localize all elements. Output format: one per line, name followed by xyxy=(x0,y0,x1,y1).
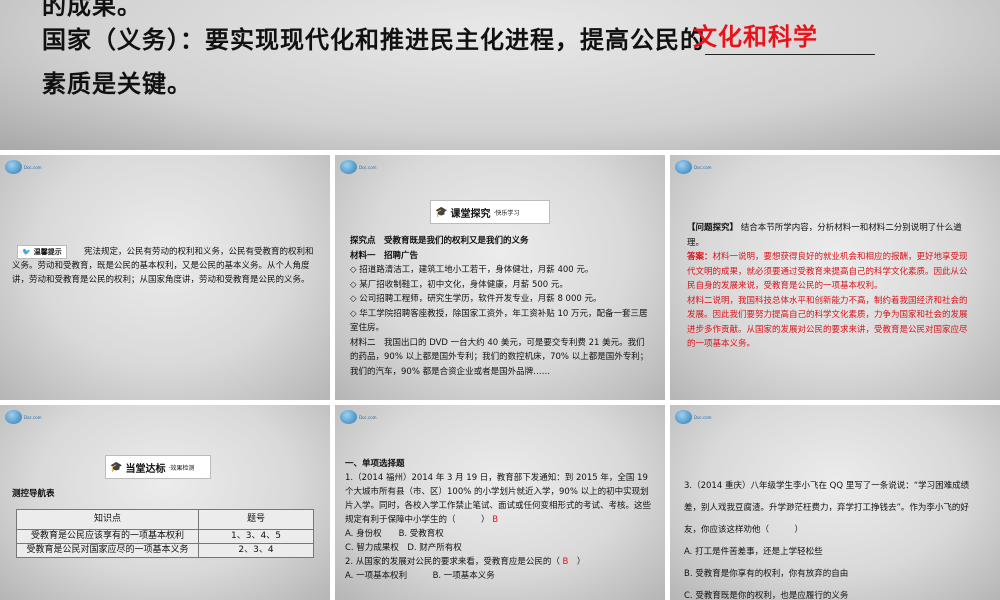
option: A. 打工是件苦差事，还是上学轻松些 xyxy=(684,547,823,557)
text-line: ◇ 华工学院招聘客座教授，除国家工资外，年工资补贴 10 万元，配备一套三居室住… xyxy=(350,308,648,334)
option: A. 一项基本权利 B. 一项基本义务 xyxy=(345,571,495,581)
text-line: ◇ 某厂招收制鞋工，初中文化，身体健康，月薪 500 元。 xyxy=(350,279,568,290)
logo: Doc.com xyxy=(340,160,377,174)
logo: Doc.com xyxy=(5,160,42,174)
table-header: 题号 xyxy=(198,509,314,530)
text-line: 材料一 招聘广告 xyxy=(350,250,419,261)
answer: 答案：材料一说明，要想获得良好的就业机会和相应的报酬，更好地享受现代文明的成果，… xyxy=(687,250,975,294)
banner-title: 当堂达标 xyxy=(125,463,166,475)
section-title: 一、单项选择题 xyxy=(345,459,405,469)
slide-thumbnail-1[interactable]: 的成果。 国家（义务）：要实现现代化和推进民主化进程，提高公民的 文化和科学 素质… xyxy=(0,0,1000,150)
logo: Doc.com xyxy=(675,410,712,424)
logo: Doc.com xyxy=(340,410,377,424)
table-row: 受教育是公民应该享有的一项基本权利 1、3、4、5 xyxy=(16,529,314,544)
question: 【问题探究】 结合本节所学内容，分析材料一和材料二分别说明了什么道理。 xyxy=(687,221,975,250)
logo: Doc.com xyxy=(675,160,712,174)
mascot-icon: 🎓 xyxy=(110,461,123,473)
slide-text: 的成果。 xyxy=(42,0,142,20)
text-line: ◇ 招道路清洁工，建筑工地小工若干，身体健壮，月薪 400 元。 xyxy=(350,265,594,275)
answer-blank: 文化和科学 xyxy=(693,23,875,55)
table-cell: 2、3、4 xyxy=(198,543,314,558)
answer-mark: B xyxy=(492,515,499,525)
logo: Doc.com xyxy=(5,410,42,424)
banner-title: 课堂探究 xyxy=(450,208,491,220)
logo-text: Doc.com xyxy=(359,164,377,170)
globe-icon xyxy=(340,410,357,424)
question-text: ） xyxy=(568,557,586,567)
question-3: 3.（2014 重庆）八年级学生李小飞在 QQ 里写了一条说说：“学习困难成绩差… xyxy=(684,481,970,535)
navigation-table: 知识点 题号 受教育是公民应该享有的一项基本权利 1、3、4、5 受教育是公民对国家… xyxy=(16,509,314,558)
globe-icon xyxy=(5,410,22,424)
option: A. 身份权 B. 受教育权 xyxy=(345,529,444,539)
slide-thumbnail-4[interactable]: Doc.com 【问题探究】 结合本节所学内容，分析材料一和材料二分别说明了什么… xyxy=(670,155,1000,400)
banner-subtitle: ·效果检测 xyxy=(168,464,195,472)
answer-label: 答案： xyxy=(687,252,713,262)
slide-thumbnail-2[interactable]: Doc.com 🐦 温馨提示 宪法规定，公民有劳动的权利和义务，公民有受教育的权利… xyxy=(0,155,330,400)
question-2: 2. 从国家的发展对公民的要求来看，受教育应是公民的（ B ） xyxy=(345,555,657,569)
answer-text: 材料一说明，要想获得良好的就业机会和相应的报酬，更好地享受现代文明的成果，就必须… xyxy=(687,252,968,291)
section-banner: 🎓 课堂探究 ·快乐学习 xyxy=(430,200,550,224)
logo-text: Doc.com xyxy=(694,164,712,170)
table-cell: 受教育是公民对国家应尽的一项基本义务 xyxy=(16,543,199,558)
table-title: 测控导航表 xyxy=(12,489,55,499)
mascot-icon: 🎓 xyxy=(435,206,448,218)
logo-text: Doc.com xyxy=(359,414,377,420)
table-cell: 受教育是公民应该享有的一项基本权利 xyxy=(16,529,199,544)
globe-icon xyxy=(675,160,692,174)
text-line: ◇ 公司招聘工程师，研究生学历，软件开发专业，月薪 8 000 元。 xyxy=(350,294,602,304)
text-line: 材料二 我国出口的 DVD 一台大约 40 美元，可是要交专利费 21 美元。我… xyxy=(350,337,649,377)
slide-thumbnail-3[interactable]: Doc.com 🎓 课堂探究 ·快乐学习 探究点 受教育既是我们的权利又是我们的义务… xyxy=(335,155,665,400)
logo-text: Doc.com xyxy=(24,164,42,170)
question-label: 【问题探究】 xyxy=(687,223,739,233)
section-banner: 🎓 当堂达标 ·效果检测 xyxy=(105,455,211,479)
globe-icon xyxy=(675,410,692,424)
table-cell: 1、3、4、5 xyxy=(198,529,314,544)
text-line: 探究点 受教育既是我们的权利又是我们的义务 xyxy=(350,236,529,246)
globe-icon xyxy=(5,160,22,174)
banner-subtitle: ·快乐学习 xyxy=(493,209,520,217)
slide-text: 国家（义务）：要实现现代化和推进民主化进程，提高公民的 文化和科学 xyxy=(42,20,875,55)
slide-thumbnail-6[interactable]: Doc.com 一、单项选择题 1.（2014 福州）2014 年 3 月 19… xyxy=(335,405,665,600)
table-row: 受教育是公民对国家应尽的一项基本义务 2、3、4 xyxy=(16,543,314,558)
question-text: 2. 从国家的发展对公民的要求来看，受教育应是公民的（ xyxy=(345,557,560,567)
slide-thumbnail-7[interactable]: Doc.com 3.（2014 重庆）八年级学生李小飞在 QQ 里写了一条说说：… xyxy=(670,405,1000,600)
question-1: 1.（2014 福州）2014 年 3 月 19 日，教育部下发通知：到 201… xyxy=(345,471,657,527)
logo-text: Doc.com xyxy=(694,414,712,420)
slide-text: 宪法规定，公民有劳动的权利和义务，公民有受教育的权利和义务。劳动和受教育，既是公… xyxy=(12,247,314,285)
answer-text: 材料二说明，我国科技总体水平和创新能力不高，制约着我国经济和社会的发展。因此我们… xyxy=(687,295,968,350)
red-answer: 文化和科学 xyxy=(693,23,818,51)
slide-thumbnail-5[interactable]: Doc.com 🎓 当堂达标 ·效果检测 测控导航表 知识点 题号 受教育是公民应该享… xyxy=(0,405,330,600)
option: C. 受教育既是你的权利，也是应履行的义务 xyxy=(684,591,849,600)
slide-text: 素质是关键。 xyxy=(42,70,192,98)
logo-text: Doc.com xyxy=(24,414,42,420)
slide-text-line: 国家（义务）：要实现现代化和推进民主化进程，提高公民的 xyxy=(42,26,705,54)
globe-icon xyxy=(340,160,357,174)
option: B. 受教育是你享有的权利，你有放弃的自由 xyxy=(684,569,849,579)
table-header: 知识点 xyxy=(16,509,199,530)
option: C. 智力成果权 D. 财产所有权 xyxy=(345,543,462,553)
